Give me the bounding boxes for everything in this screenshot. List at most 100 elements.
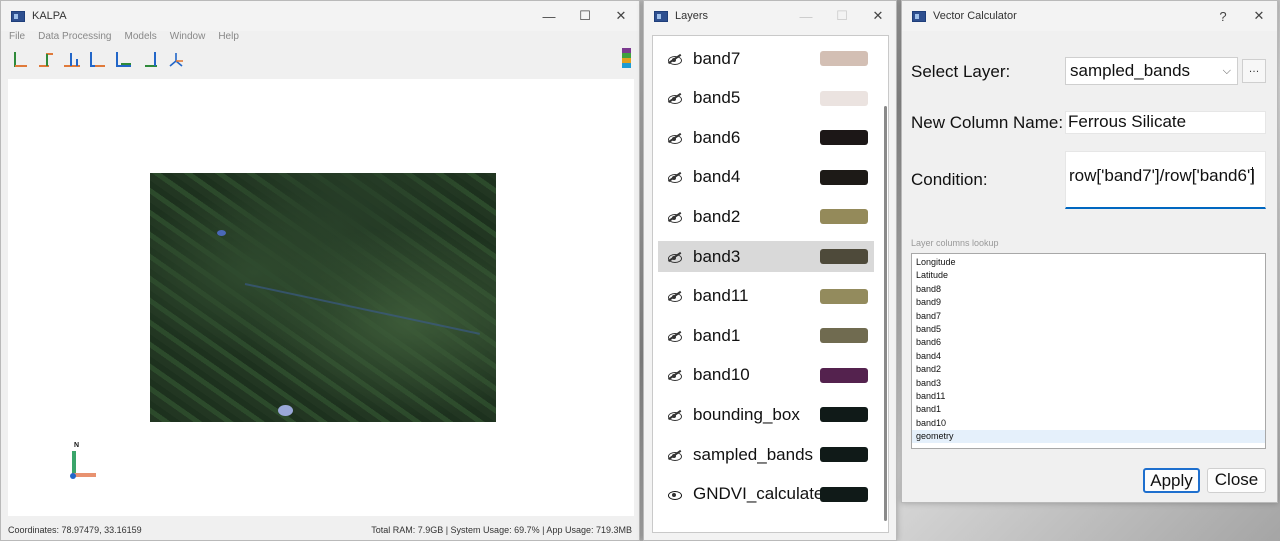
column-item[interactable]: band11 [912,390,1265,403]
layer-name: band10 [693,365,750,385]
menu-models[interactable]: Models [125,31,157,45]
app-icon [654,10,668,22]
column-item[interactable]: band4 [912,350,1265,363]
column-item[interactable]: geometry [912,430,1265,444]
maximize-button[interactable]: ☐ [567,8,603,24]
eye-off-icon[interactable] [667,409,682,421]
eye-off-icon[interactable] [667,172,682,184]
north-label: N [74,442,80,449]
satellite-raster [150,173,496,422]
map-canvas[interactable]: N [8,79,634,516]
memory-usage: Total RAM: 7.9GB | System Usage: 69.7% |… [371,525,632,535]
menu-help[interactable]: Help [218,31,239,45]
minimize-button[interactable]: — [531,9,567,24]
select-layer-dropdown[interactable]: sampled_bands ⌵ [1065,57,1238,85]
column-item[interactable]: band10 [912,417,1265,430]
layer-color-swatch[interactable] [820,51,868,66]
menu-window[interactable]: Window [170,31,206,45]
column-item[interactable]: band5 [912,323,1265,336]
layer-color-swatch[interactable] [820,367,868,383]
browse-button[interactable]: … [1242,59,1266,83]
layer-name: sampled_bands [693,444,814,464]
axis-tool-icon[interactable] [11,50,29,68]
column-item[interactable]: band1 [912,403,1265,416]
layer-color-swatch[interactable] [820,130,868,146]
bar-tool-icon[interactable] [63,50,81,68]
plot-tool-icon[interactable] [141,50,159,68]
layer-name: band2 [693,206,741,226]
eye-off-icon[interactable] [667,370,682,382]
layer-color-swatch[interactable] [820,328,868,344]
layer-item[interactable]: band5 [658,83,874,114]
menu-bar: File Data Processing Models Window Help [1,31,639,45]
help-button[interactable]: ? [1205,9,1241,24]
layer-color-swatch[interactable] [820,288,868,304]
layer-item[interactable]: band6 [658,122,874,153]
layer-item[interactable]: sampled_bands [658,439,874,470]
window-title: KALPA [32,10,67,22]
eye-off-icon[interactable] [667,92,682,105]
column-item[interactable]: band7 [912,310,1265,323]
minimize-button[interactable]: — [788,9,824,24]
layer-color-swatch[interactable] [820,249,868,264]
eye-off-icon[interactable] [667,132,682,144]
layer-item[interactable]: band7 [658,43,874,74]
column-item[interactable]: Latitude [912,269,1265,282]
column-item[interactable]: band6 [912,336,1265,349]
layer-name: bounding_box [693,404,800,424]
histogram-tool-icon[interactable] [89,50,107,68]
close-button[interactable]: ✕ [1241,8,1277,24]
kalpa-window: KALPA — ☐ ✕ File Data Processing Models … [0,0,640,541]
layer-item[interactable]: bounding_box [658,399,874,430]
apply-button[interactable]: Apply [1143,468,1200,493]
layer-item[interactable]: band11 [658,281,874,312]
layer-item[interactable]: band4 [658,162,874,193]
chevron-down-icon: ⌵ [1222,64,1231,77]
column-item[interactable]: band3 [912,377,1265,390]
vector-tool-icon[interactable] [167,50,185,68]
scrollbar[interactable] [884,106,887,521]
scatter-tool-icon[interactable] [115,50,133,68]
layer-color-swatch[interactable] [820,209,868,225]
color-legend-icon [622,48,631,68]
column-item[interactable]: band9 [912,296,1265,309]
eye-off-icon[interactable] [667,330,682,342]
lake [278,405,293,416]
layer-item[interactable]: band3 [658,241,874,272]
layer-color-swatch[interactable] [820,169,868,185]
line-tool-icon[interactable] [37,50,55,68]
column-item[interactable]: band2 [912,363,1265,376]
layer-color-swatch[interactable] [820,447,868,462]
column-item[interactable]: band8 [912,283,1265,296]
column-item[interactable]: Longitude [912,256,1265,269]
eye-off-icon[interactable] [667,251,682,263]
eye-off-icon[interactable] [667,449,682,461]
eye-icon[interactable] [667,489,682,501]
layer-color-swatch[interactable] [820,407,868,423]
layer-color-swatch[interactable] [820,90,868,106]
close-button[interactable]: ✕ [603,8,639,24]
layer-item[interactable]: GNDVI_calculate [658,479,874,510]
layer-item[interactable]: band2 [658,201,874,232]
close-dialog-button[interactable]: Close [1207,468,1266,493]
layer-color-swatch[interactable] [820,486,868,502]
menu-data-processing[interactable]: Data Processing [38,31,111,45]
close-button[interactable]: ✕ [860,8,896,24]
condition-input[interactable]: row['band7']/row['band6'] [1065,151,1266,209]
eye-off-icon[interactable] [667,290,682,303]
layer-item[interactable]: band1 [658,320,874,351]
eye-off-icon[interactable] [667,53,682,65]
layer-item[interactable]: band10 [658,360,874,391]
layer-name: band5 [693,88,741,108]
app-icon [11,10,25,22]
river [244,283,480,335]
toolbar [1,46,639,72]
menu-file[interactable]: File [9,31,25,45]
new-column-input[interactable]: Ferrous Silicate [1065,111,1266,134]
select-layer-label: Select Layer: [911,62,1011,81]
window-title: Layers [675,10,709,22]
layer-name: band7 [693,48,741,68]
lake [217,230,226,236]
maximize-button[interactable]: ☐ [824,8,860,24]
eye-off-icon[interactable] [667,211,682,223]
